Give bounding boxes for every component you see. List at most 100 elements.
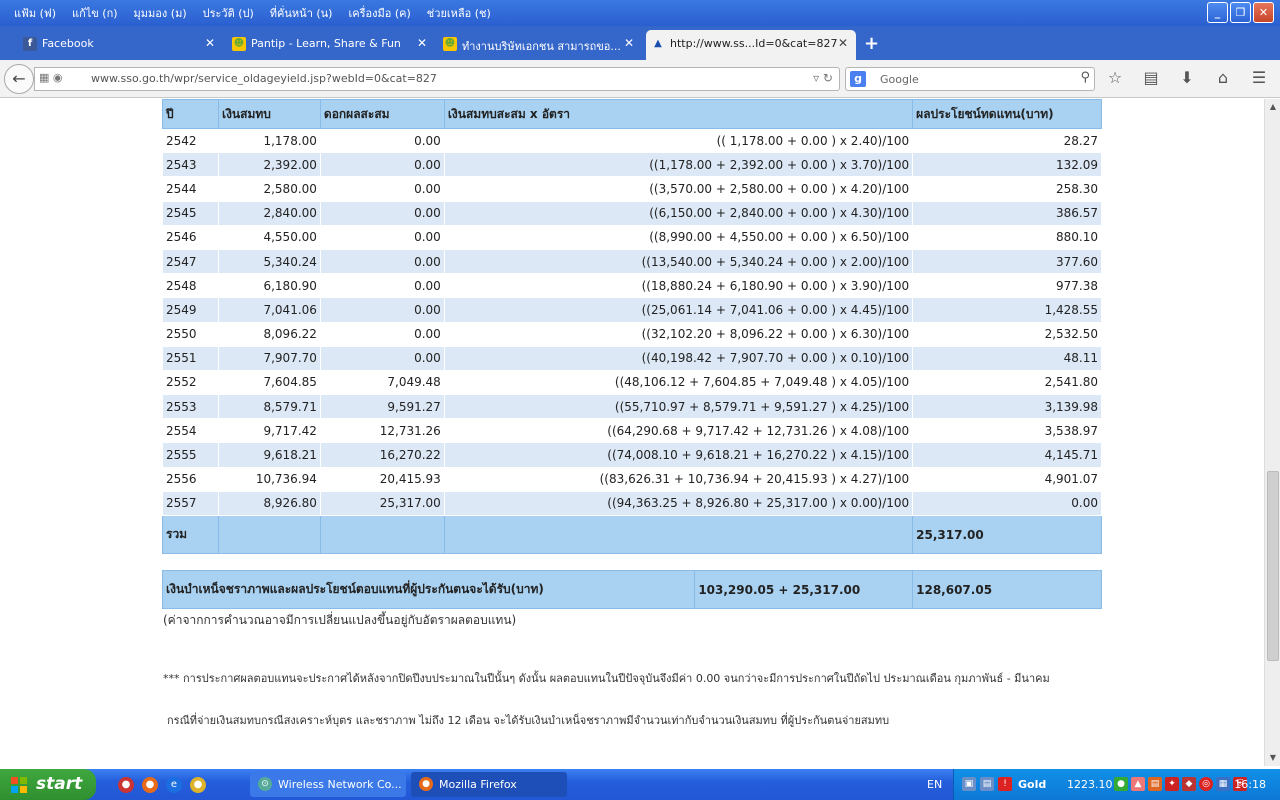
cell-formula: ((64,290.68 + 9,717.42 + 12,731.26 ) x 4… bbox=[443, 418, 914, 444]
cell-accumulated-interest: 0.00 bbox=[319, 321, 445, 347]
cell-benefit: 28.27 bbox=[912, 127, 1102, 154]
google-icon: g bbox=[850, 71, 866, 87]
task-wireless-network[interactable]: ⊙ Wireless Network Co... bbox=[250, 772, 406, 797]
site-identity-icon[interactable]: ▦ ◉ bbox=[39, 71, 89, 87]
vertical-scrollbar[interactable]: ▲ ▼ bbox=[1264, 99, 1280, 766]
table-row: 2552 7,604.85 7,049.48 ((48,106.12 + 7,604.… bbox=[162, 369, 1102, 396]
cell-year: 2547 bbox=[162, 248, 219, 275]
total-row: รวม 25,317.00 bbox=[162, 515, 1102, 554]
cell-accumulated-interest: 0.00 bbox=[319, 200, 445, 226]
cell-formula: ((55,710.97 + 8,579.71 + 9,591.27 ) x 4.… bbox=[443, 394, 914, 420]
cell-formula: ((8,990.00 + 4,550.00 + 0.00 ) x 6.50)/1… bbox=[443, 224, 914, 250]
back-button[interactable]: ← bbox=[4, 64, 34, 94]
task-firefox[interactable]: ● Mozilla Firefox bbox=[411, 772, 567, 797]
scroll-up-arrow-icon[interactable]: ▲ bbox=[1265, 99, 1280, 115]
close-window-button[interactable]: ✕ bbox=[1253, 2, 1274, 23]
cell-year: 2554 bbox=[162, 418, 219, 444]
tray-app-icon[interactable]: ✦ bbox=[1165, 777, 1179, 791]
tray-app-icon[interactable]: ▤ bbox=[1148, 777, 1162, 791]
menu-icon[interactable]: ☰ bbox=[1248, 68, 1270, 87]
scroll-down-arrow-icon[interactable]: ▼ bbox=[1265, 750, 1280, 766]
downloads-icon[interactable]: ⬇ bbox=[1176, 68, 1198, 87]
bookmark-star-icon[interactable]: ☆ bbox=[1104, 68, 1126, 87]
task-label: Wireless Network Co... bbox=[278, 778, 402, 791]
oldage-yield-table: ปี เงินสมทบ ดอกผลสะสม เงินสมทบสะสม x อัต… bbox=[162, 99, 1102, 554]
tab-pantip[interactable]: ☻ Pantip - Learn, Share & Fun ✕ bbox=[227, 30, 435, 60]
summary-table: เงินบำเหน็จชราภาพและผลประโยชน์ตอบแทนที่ผ… bbox=[161, 570, 1102, 609]
table-body: 2542 1,178.00 0.00(( 1,178.00 + 0.00 ) x 2… bbox=[162, 127, 1102, 517]
menu-file[interactable]: แฟ้ม (ฟ) bbox=[6, 4, 64, 22]
cell-formula: ((32,102.20 + 8,096.22 + 0.00 ) x 6.30)/… bbox=[443, 321, 914, 347]
cell-contribution: 1,178.00 bbox=[217, 127, 321, 154]
menu-view[interactable]: มุมมอง (ม) bbox=[126, 4, 195, 22]
close-tab-icon[interactable]: ✕ bbox=[838, 36, 848, 50]
search-icon[interactable]: ⚲ bbox=[1080, 70, 1090, 85]
cell-benefit: 880.10 bbox=[912, 224, 1102, 250]
cell-benefit: 132.09 bbox=[912, 152, 1102, 178]
menu-help[interactable]: ช่วยเหลือ (ช) bbox=[419, 4, 499, 22]
table-row: 2556 10,736.94 20,415.93 ((83,626.31 + 10,7… bbox=[162, 466, 1102, 492]
cell-contribution: 5,340.24 bbox=[217, 248, 321, 275]
alert-icon[interactable]: ! bbox=[998, 777, 1012, 791]
new-tab-button[interactable]: + bbox=[864, 33, 879, 54]
monitor-icon[interactable]: ▤ bbox=[980, 777, 994, 791]
table-row: 2553 8,579.71 9,591.27 ((55,710.97 + 8,579.… bbox=[162, 394, 1102, 420]
header-benefit: ผลประโยชน์ทดแทน(บาท) bbox=[912, 99, 1102, 129]
tab-facebook[interactable]: f Facebook ✕ bbox=[18, 30, 223, 60]
cell-benefit: 2,541.80 bbox=[912, 369, 1102, 396]
network-icon[interactable]: ▣ bbox=[962, 777, 976, 791]
cell-formula: ((83,626.31 + 10,736.94 + 20,415.93 ) x … bbox=[443, 466, 914, 492]
home-icon[interactable]: ⌂ bbox=[1212, 68, 1234, 87]
header-year: ปี bbox=[162, 99, 219, 129]
cell-benefit: 377.60 bbox=[912, 248, 1102, 275]
cell-formula: ((3,570.00 + 2,580.00 + 0.00 ) x 4.20)/1… bbox=[443, 176, 914, 202]
menu-tools[interactable]: เครื่องมือ (ค) bbox=[340, 4, 418, 22]
chrome-icon[interactable]: ● bbox=[190, 777, 206, 793]
app-icon[interactable]: ● bbox=[118, 777, 134, 793]
cell-accumulated-interest: 20,415.93 bbox=[319, 466, 445, 492]
language-indicator[interactable]: EN bbox=[927, 778, 942, 791]
cell-formula: (( 1,178.00 + 0.00 ) x 2.40)/100 bbox=[443, 127, 914, 154]
cell-benefit: 4,145.71 bbox=[912, 442, 1102, 468]
cell-year: 2545 bbox=[162, 200, 219, 226]
tab-pantip-question[interactable]: ☻ ทำงานบริษัทเอกชน สามารถขอ... ✕ bbox=[438, 30, 642, 60]
task-label: Mozilla Firefox bbox=[439, 778, 517, 791]
cell-year: 2553 bbox=[162, 394, 219, 420]
tray-app-icon[interactable]: ◎ bbox=[1199, 777, 1213, 791]
reload-icon[interactable]: ▿ ↻ bbox=[813, 71, 833, 85]
restore-button[interactable]: ❐ bbox=[1230, 2, 1251, 23]
table-row: 2544 2,580.00 0.00 ((3,570.00 + 2,580.00 + … bbox=[162, 176, 1102, 202]
menu-history[interactable]: ประวัติ (ป) bbox=[195, 4, 262, 22]
table-row: 2548 6,180.90 0.00 ((18,880.24 + 6,180.90 +… bbox=[162, 273, 1102, 299]
bookmarks-list-icon[interactable]: ▤ bbox=[1140, 68, 1162, 87]
tray-app-icon[interactable]: ▲ bbox=[1131, 777, 1145, 791]
search-box[interactable]: g Google ⚲ bbox=[845, 67, 1095, 91]
tab-sso[interactable]: ▲ http://www.ss...Id=0&cat=827 ✕ bbox=[646, 30, 856, 60]
start-label: start bbox=[36, 774, 83, 794]
facebook-icon: f bbox=[23, 37, 37, 51]
tray-app-icon[interactable]: ◆ bbox=[1182, 777, 1196, 791]
table-row: 2550 8,096.22 0.00 ((32,102.20 + 8,096.22 +… bbox=[162, 321, 1102, 347]
close-tab-icon[interactable]: ✕ bbox=[417, 36, 427, 50]
table-row: 2554 9,717.42 12,731.26 ((64,290.68 + 9,717… bbox=[162, 418, 1102, 444]
header-formula: เงินสมทบสะสม x อัตรา bbox=[443, 99, 914, 129]
menu-bookmarks[interactable]: ที่คั่นหน้า (น) bbox=[262, 4, 341, 22]
menu-edit[interactable]: แก้ไข (ก) bbox=[64, 4, 126, 22]
close-tab-icon[interactable]: ✕ bbox=[205, 36, 215, 50]
close-tab-icon[interactable]: ✕ bbox=[624, 36, 634, 50]
tray-app-icon[interactable]: ▦ bbox=[1216, 777, 1230, 791]
internet-explorer-icon[interactable]: e bbox=[166, 777, 182, 793]
cell-accumulated-interest: 0.00 bbox=[319, 127, 445, 154]
cell-year: 2542 bbox=[162, 127, 219, 154]
cell-formula: ((94,363.25 + 8,926.80 + 25,317.00 ) x 0… bbox=[443, 490, 914, 517]
scrollbar-thumb[interactable] bbox=[1267, 471, 1279, 661]
firefox-icon[interactable]: ● bbox=[142, 777, 158, 793]
url-bar[interactable]: ▦ ◉ www.sso.go.th/wpr/service_oldageyiel… bbox=[34, 67, 840, 91]
start-button[interactable]: start bbox=[0, 769, 96, 800]
chat-icon[interactable]: ● bbox=[1114, 777, 1128, 791]
cell-benefit: 1,428.55 bbox=[912, 297, 1102, 323]
url-text[interactable]: www.sso.go.th/wpr/service_oldageyield.js… bbox=[91, 72, 437, 85]
cell-accumulated-interest: 0.00 bbox=[319, 273, 445, 299]
minimize-button[interactable]: _ bbox=[1207, 2, 1228, 23]
cell-year: 2557 bbox=[162, 490, 219, 517]
